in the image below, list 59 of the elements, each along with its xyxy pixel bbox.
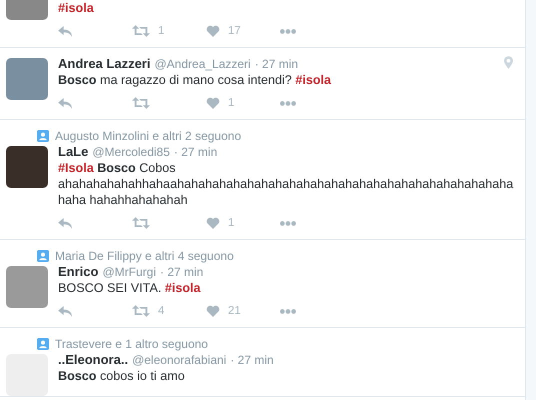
like-button[interactable]: 21 <box>206 305 280 317</box>
like-button[interactable]: 1 <box>206 217 280 229</box>
like-button[interactable]: 17 <box>206 25 280 37</box>
hashtag-link[interactable]: #Isola <box>58 161 94 175</box>
social-context: Trastevere e 1 altro seguono <box>55 336 208 350</box>
tweet-text: Bosco cobos io ti amo <box>58 368 186 384</box>
more-icon <box>280 308 296 314</box>
like-count: 1 <box>228 97 234 109</box>
tweet-text: #Isola Bosco Cobos ahahahahahahhahaahahahahahahahahahahahahahahahahahahahahahahahahahaha hahahhahahahah <box>58 160 514 208</box>
retweet-button[interactable]: 4 <box>132 305 206 317</box>
social-context: Maria De Filippy e altri 4 seguono <box>55 248 234 262</box>
user-handle: @eleonorafabiani <box>132 352 226 368</box>
like-button[interactable]: 1 <box>206 97 280 109</box>
user-name[interactable]: LaLe <box>58 144 88 160</box>
hashtag-link[interactable]: #isola <box>164 281 201 295</box>
reply-icon <box>58 98 73 108</box>
follower-icon <box>37 130 49 142</box>
more-icon <box>280 100 296 106</box>
avatar-photo[interactable] <box>6 146 48 188</box>
tweet-text: Bosco ma ragazzo di mano cosa intendi? #isola <box>58 72 332 88</box>
like-count: 21 <box>228 305 241 317</box>
user-handle: @MrFurgi <box>102 264 156 280</box>
social-context: Augusto Minzolini e altri 2 seguono <box>55 128 242 142</box>
like-count: 17 <box>228 25 241 37</box>
follower-icon <box>37 250 49 262</box>
user-name[interactable]: ..Eleonora.. <box>58 352 128 368</box>
avatar-photo[interactable] <box>6 266 48 308</box>
heart-icon <box>206 97 220 109</box>
avatar-photo[interactable] <box>6 354 48 396</box>
tweet-time[interactable]: · 27 min <box>160 264 204 280</box>
user-handle: @Andrea_Lazzeri <box>154 56 251 72</box>
reply-icon <box>58 26 73 36</box>
heart-icon <box>206 217 220 229</box>
avatar-photo[interactable] <box>6 58 48 100</box>
retweet-icon <box>132 97 150 109</box>
user-handle: @Mercoledi85 <box>92 144 170 160</box>
tweet-text: BOSCO SEI VITA. #isola <box>58 280 202 296</box>
heart-icon <box>206 305 220 317</box>
user-name[interactable]: Andrea Lazzeri <box>58 56 150 72</box>
hashtag-link[interactable]: #isola <box>295 73 332 87</box>
retweet-count: 1 <box>158 25 164 37</box>
retweet-icon <box>132 25 150 37</box>
tweet-time[interactable]: · 27 min <box>174 144 218 160</box>
retweet-count: 4 <box>158 305 164 317</box>
heart-icon <box>206 25 220 37</box>
retweet-icon <box>132 305 150 317</box>
user-name[interactable]: Enrico <box>58 264 98 280</box>
more-icon <box>280 28 296 34</box>
hashtag-link[interactable]: #isola <box>58 1 94 15</box>
like-count: 1 <box>228 217 234 229</box>
tweet-time[interactable]: · 27 min <box>230 352 274 368</box>
reply-icon <box>58 306 73 316</box>
tweet-time[interactable]: · 27 min <box>254 56 298 72</box>
retweet-button[interactable]: 1 <box>132 25 206 37</box>
follower-icon <box>37 338 49 350</box>
avatar-photo[interactable] <box>6 0 48 20</box>
reply-icon <box>58 218 73 228</box>
retweet-icon <box>132 217 150 229</box>
more-icon <box>280 220 296 226</box>
